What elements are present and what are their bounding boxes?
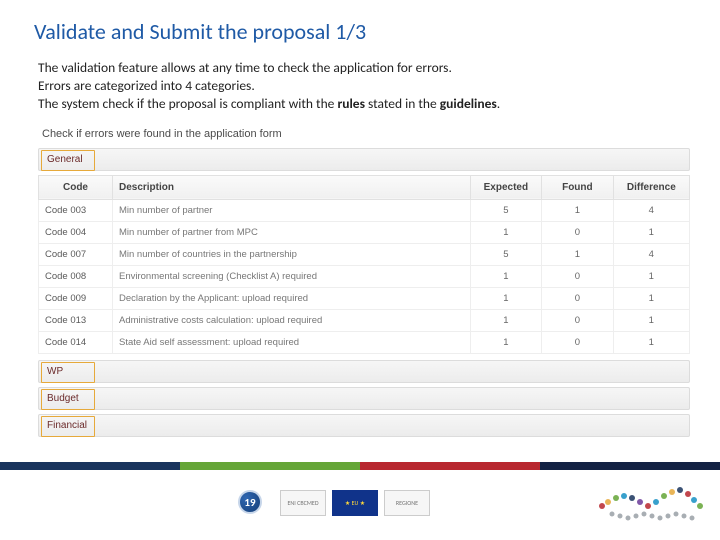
- intro-line2: Errors are categorized into 4 categories…: [38, 77, 255, 94]
- cell-found: 0: [542, 331, 614, 353]
- page-number-badge: 19: [238, 490, 262, 514]
- table-row: Code 003Min number of partner514: [39, 199, 690, 221]
- th-desc: Description: [112, 175, 470, 199]
- cell-diff: 1: [613, 309, 689, 331]
- table-row: Code 013Administrative costs calculation…: [39, 309, 690, 331]
- intro-bold-rules: rules: [337, 95, 365, 112]
- cell-found: 0: [542, 221, 614, 243]
- th-found: Found: [542, 175, 614, 199]
- table-header-row: Code Description Expected Found Differen…: [39, 175, 690, 199]
- cell-found: 0: [542, 265, 614, 287]
- cell-diff: 4: [613, 199, 689, 221]
- cell-code: Code 014: [39, 331, 113, 353]
- cell-desc: Environmental screening (Checklist A) re…: [112, 265, 470, 287]
- intro-line1: The validation feature allows at any tim…: [38, 59, 452, 76]
- cell-exp: 1: [470, 265, 542, 287]
- cell-exp: 1: [470, 331, 542, 353]
- partner-logos: ENI CBCMED ★ EU ★ REGIONE: [280, 490, 430, 516]
- cell-exp: 1: [470, 221, 542, 243]
- category-budget[interactable]: Budget: [38, 387, 690, 410]
- cell-desc: Min number of countries in the partnersh…: [112, 243, 470, 265]
- cell-diff: 1: [613, 221, 689, 243]
- th-diff: Difference: [613, 175, 689, 199]
- cell-code: Code 003: [39, 199, 113, 221]
- category-financial[interactable]: Financial: [38, 414, 690, 437]
- slide-title: Validate and Submit the proposal 1/3: [0, 0, 720, 55]
- table-row: Code 014State Aid self assessment: uploa…: [39, 331, 690, 353]
- cell-desc: Min number of partner: [112, 199, 470, 221]
- intro-line3c: stated in the: [365, 95, 440, 112]
- intro-bold-guidelines: guidelines: [440, 95, 497, 112]
- cell-desc: Min number of partner from MPC: [112, 221, 470, 243]
- category-wp[interactable]: WP: [38, 360, 690, 383]
- logo-region: REGIONE: [384, 490, 430, 516]
- decorative-corner-icon: [582, 466, 712, 532]
- cell-diff: 4: [613, 243, 689, 265]
- cell-found: 0: [542, 287, 614, 309]
- table-row: Code 008Environmental screening (Checkli…: [39, 265, 690, 287]
- validation-panel: Check if errors were found in the applic…: [38, 122, 690, 437]
- cell-exp: 1: [470, 287, 542, 309]
- cell-code: Code 008: [39, 265, 113, 287]
- cell-found: 1: [542, 243, 614, 265]
- logo-eni: ENI CBCMED: [280, 490, 326, 516]
- cell-code: Code 004: [39, 221, 113, 243]
- cell-exp: 5: [470, 199, 542, 221]
- errors-table: Code Description Expected Found Differen…: [38, 175, 690, 354]
- cell-desc: Administrative costs calculation: upload…: [112, 309, 470, 331]
- cell-diff: 1: [613, 331, 689, 353]
- cell-found: 1: [542, 199, 614, 221]
- panel-header: Check if errors were found in the applic…: [38, 122, 690, 148]
- table-row: Code 007Min number of countries in the p…: [39, 243, 690, 265]
- intro-line3a: The system check if the proposal is comp…: [38, 95, 337, 112]
- category-general[interactable]: General: [38, 148, 690, 171]
- cell-code: Code 013: [39, 309, 113, 331]
- logo-eu: ★ EU ★: [332, 490, 378, 516]
- cell-diff: 1: [613, 265, 689, 287]
- table-row: Code 009Declaration by the Applicant: up…: [39, 287, 690, 309]
- th-expected: Expected: [470, 175, 542, 199]
- th-code: Code: [39, 175, 113, 199]
- cell-exp: 5: [470, 243, 542, 265]
- table-body: Code 003Min number of partner514 Code 00…: [39, 199, 690, 353]
- cell-exp: 1: [470, 309, 542, 331]
- cell-diff: 1: [613, 287, 689, 309]
- table-row: Code 004Min number of partner from MPC10…: [39, 221, 690, 243]
- cell-desc: Declaration by the Applicant: upload req…: [112, 287, 470, 309]
- cell-code: Code 009: [39, 287, 113, 309]
- cell-found: 0: [542, 309, 614, 331]
- intro-text: The validation feature allows at any tim…: [0, 55, 720, 120]
- intro-line3e: .: [497, 95, 500, 112]
- cell-desc: State Aid self assessment: upload requir…: [112, 331, 470, 353]
- cell-code: Code 007: [39, 243, 113, 265]
